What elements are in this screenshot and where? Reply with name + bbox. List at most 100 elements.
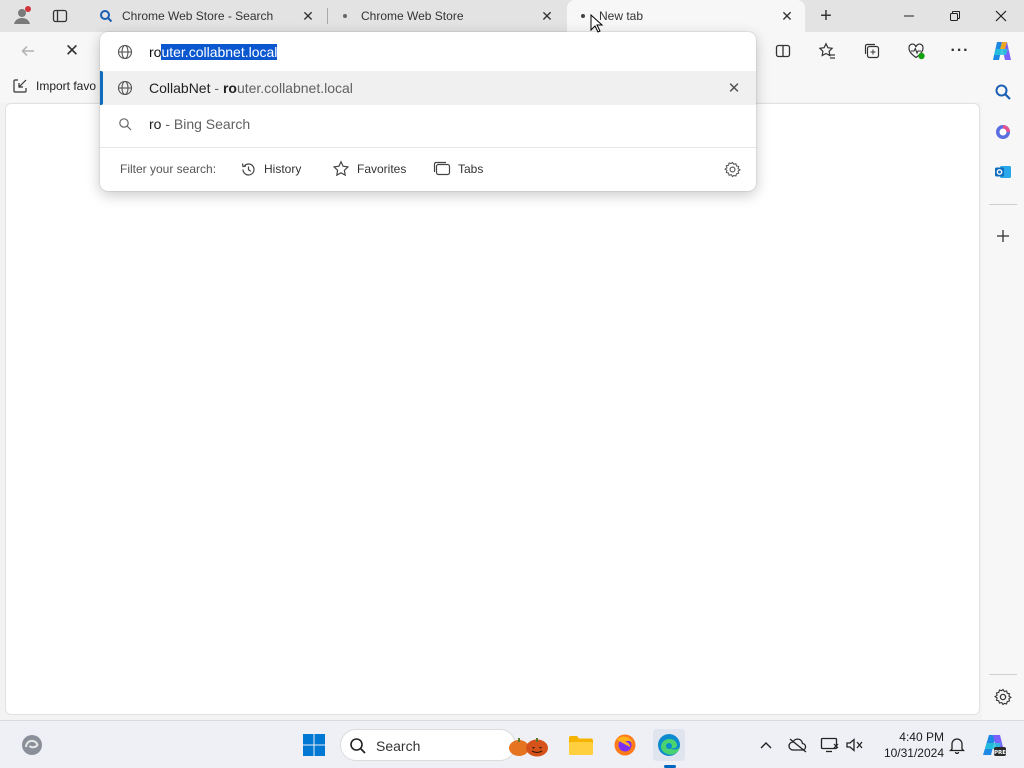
tab-close-button[interactable]: ✕ <box>298 6 318 26</box>
collections-button[interactable] <box>856 35 888 67</box>
sidebar-search-button[interactable] <box>987 76 1019 108</box>
start-button[interactable] <box>298 729 330 761</box>
firefox-button[interactable] <box>609 729 641 761</box>
search-icon <box>98 8 114 24</box>
stop-icon: ✕ <box>64 41 80 60</box>
filter-favorites-label: Favorites <box>357 162 407 176</box>
edge-widget-icon <box>22 735 42 755</box>
edge-icon <box>658 734 680 756</box>
mouse-cursor-icon <box>590 14 604 33</box>
copilot-button[interactable] <box>986 35 1018 67</box>
more-icon: ··· <box>950 42 970 59</box>
close-window-button[interactable] <box>978 0 1024 32</box>
suggestion-query: ro <box>149 116 162 132</box>
network-tray-button[interactable] <box>819 735 841 755</box>
favorites-star-icon <box>818 42 835 59</box>
favorites-button[interactable] <box>811 35 843 67</box>
back-button[interactable] <box>12 35 44 67</box>
minimize-button[interactable] <box>886 0 932 32</box>
suggestion-text: ro - Bing Search <box>149 116 250 132</box>
gear-icon <box>723 161 741 177</box>
file-explorer-button[interactable] <box>565 729 597 761</box>
settings-and-more-button[interactable]: ··· <box>944 35 976 67</box>
remove-suggestion-button[interactable]: ✕ <box>724 78 744 98</box>
back-arrow-icon <box>21 45 34 57</box>
loading-dot-icon <box>575 8 591 24</box>
copilot-taskbar-button[interactable]: PRE <box>978 729 1010 761</box>
search-icon <box>350 738 366 754</box>
sidebar-microsoft365-button[interactable] <box>987 116 1019 148</box>
suggestion-match: ro <box>222 80 237 96</box>
gear-icon <box>994 688 1012 706</box>
profile-button[interactable] <box>8 4 36 28</box>
history-icon <box>241 162 255 176</box>
widgets-button[interactable] <box>16 729 48 761</box>
show-hidden-icons-button[interactable] <box>755 735 777 755</box>
svg-text:PRE: PRE <box>994 750 1006 756</box>
bell-icon <box>949 738 965 754</box>
minimize-icon <box>904 15 914 17</box>
address-bar-input[interactable]: router.collabnet.local <box>100 36 756 68</box>
firefox-icon <box>614 734 636 756</box>
filter-favorites-button[interactable]: Favorites <box>332 159 406 179</box>
filter-history-label: History <box>264 162 302 176</box>
tab-title: Chrome Web Store <box>361 9 464 23</box>
heart-pulse-icon <box>908 43 925 60</box>
import-icon <box>13 79 27 93</box>
star-icon <box>332 160 350 177</box>
search-icon <box>117 116 133 132</box>
new-tab-button[interactable]: + <box>812 4 840 28</box>
tab-actions-icon <box>52 9 68 23</box>
typed-text: ro <box>149 44 162 60</box>
taskbar-search-box[interactable]: Search <box>340 729 548 761</box>
pumpkin-icon <box>509 738 548 757</box>
edge-taskbar-button[interactable] <box>653 729 685 761</box>
edge-sidebar <box>982 70 1024 720</box>
tab-close-button[interactable]: ✕ <box>537 6 557 26</box>
tab-separator <box>327 8 328 24</box>
filter-history-button[interactable]: History <box>240 159 301 179</box>
sidebar-add-button[interactable] <box>987 220 1019 252</box>
suggestion-collabnet[interactable]: CollabNet - router.collabnet.local ✕ <box>100 71 756 105</box>
page-content <box>5 103 980 715</box>
profile-icon <box>14 6 31 24</box>
volume-muted-icon <box>846 738 863 752</box>
search-settings-button[interactable] <box>722 159 742 179</box>
search-filter-row: Filter your search: History Favorites Ta… <box>100 153 756 185</box>
suggestion-text: CollabNet - router.collabnet.local <box>149 80 353 96</box>
selection-indicator <box>100 71 103 105</box>
sidebar-separator <box>989 204 1017 205</box>
split-screen-icon <box>775 44 791 58</box>
onedrive-tray-button[interactable] <box>787 735 809 755</box>
suggestion-url-rest: uter.collabnet.local <box>236 80 353 96</box>
address-bar-dropdown: router.collabnet.local CollabNet - route… <box>100 32 756 191</box>
address-text: router.collabnet.local <box>149 44 278 60</box>
clock-time: 4:40 PM <box>899 730 944 744</box>
notifications-button[interactable] <box>946 735 968 755</box>
import-favorites-button[interactable]: Import favo <box>12 76 96 96</box>
system-clock[interactable]: 4:40 PM 10/31/2024 <box>870 729 944 761</box>
copilot-pre-icon: PRE <box>983 735 1006 756</box>
stop-loading-button[interactable]: ✕ <box>56 35 88 67</box>
tab-close-button[interactable]: ✕ <box>777 6 797 26</box>
restore-icon <box>950 11 960 21</box>
suggestion-bing-search[interactable]: ro - Bing Search <box>100 107 756 141</box>
filter-tabs-label: Tabs <box>458 162 484 176</box>
restore-button[interactable] <box>932 0 978 32</box>
volume-tray-button[interactable] <box>844 735 866 755</box>
dot-icon <box>337 8 353 24</box>
outlook-icon <box>995 166 1011 178</box>
tab-actions-button[interactable] <box>46 4 74 28</box>
split-screen-button[interactable] <box>767 35 799 67</box>
sidebar-customize-button[interactable] <box>987 681 1019 713</box>
tab-chrome-web-store-search[interactable]: Chrome Web Store - Search ✕ <box>90 0 326 32</box>
chevron-up-icon <box>760 742 772 749</box>
filter-label: Filter your search: <box>120 162 217 176</box>
tab-chrome-web-store[interactable]: Chrome Web Store ✕ <box>329 0 565 32</box>
filter-tabs-button[interactable]: Tabs <box>433 159 483 179</box>
suggestion-site: CollabNet <box>149 80 211 96</box>
browser-essentials-button[interactable] <box>900 35 932 67</box>
tab-title: Chrome Web Store - Search <box>122 9 274 23</box>
sidebar-outlook-button[interactable] <box>987 156 1019 188</box>
close-icon <box>995 10 1007 22</box>
